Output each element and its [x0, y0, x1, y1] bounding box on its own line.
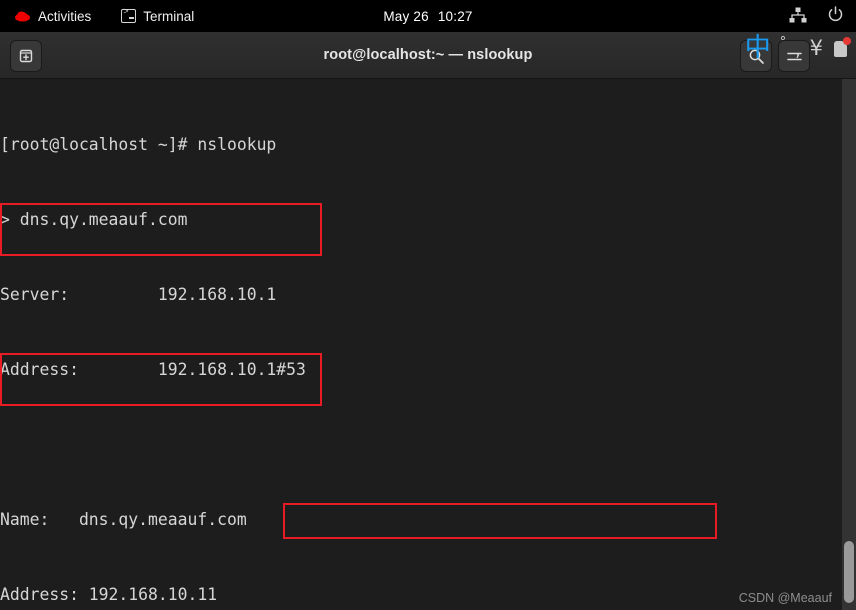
ime-settings-icon[interactable] [832, 37, 851, 59]
terminal-content[interactable]: [root@localhost ~]# nslookup > dns.qy.me… [0, 79, 856, 610]
clock[interactable]: May 26 10:27 [0, 0, 856, 32]
scrollbar-track[interactable] [842, 79, 856, 610]
gnome-top-bar: Activities Terminal May 26 10:27 [0, 0, 856, 32]
ime-mode-chinese[interactable]: 中 [745, 35, 771, 61]
terminal-line: [root@localhost ~]# nslookup [0, 135, 277, 154]
ime-degree-icon[interactable]: ° [780, 35, 787, 50]
terminal-window: root@localhost:~ — nslookup [root@localh… [0, 32, 856, 610]
clock-date: May 26 [383, 8, 429, 24]
window-title: root@localhost:~ — nslookup [323, 47, 533, 63]
ime-punctuation-icon[interactable]: , [795, 41, 800, 61]
power-icon[interactable] [827, 6, 844, 26]
network-sitemap-icon[interactable] [789, 7, 807, 26]
terminal-line: > dns.qy.meaauf.com [0, 210, 188, 229]
notification-badge [843, 37, 851, 45]
window-titlebar[interactable]: root@localhost:~ — nslookup [0, 32, 856, 79]
terminal-line: Server: 192.168.10.1 [0, 285, 277, 304]
clock-time: 10:27 [437, 8, 473, 24]
terminal-output: [root@localhost ~]# nslookup > dns.qy.me… [0, 82, 572, 610]
terminal-line: Address: 192.168.10.1#53 [0, 360, 306, 379]
scrollbar-thumb[interactable] [844, 541, 854, 603]
screen: Activities Terminal May 26 10:27 [0, 0, 856, 610]
terminal-line: Name: dns.qy.meaauf.com [0, 510, 247, 529]
watermark: CSDN @Meaauf [738, 591, 832, 605]
terminal-line: Address: 192.168.10.11 [0, 585, 218, 604]
ime-yen-icon[interactable]: ¥ [810, 36, 823, 60]
status-area[interactable] [789, 0, 844, 32]
ime-indicator[interactable]: 中 ° , ¥ [739, 30, 856, 66]
